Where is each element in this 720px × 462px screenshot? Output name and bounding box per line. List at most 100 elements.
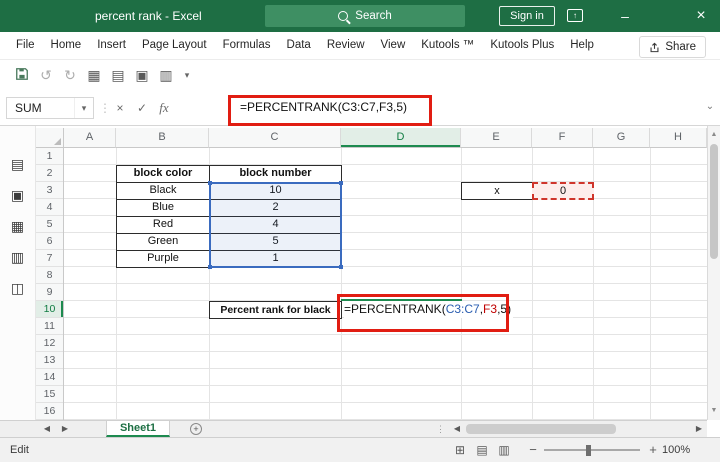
hscroll-left-icon[interactable]: ◀: [450, 421, 464, 437]
page-break-view-icon[interactable]: ▥: [494, 438, 514, 462]
name-box-dropdown-icon[interactable]: ▾: [74, 98, 93, 118]
cell-b3[interactable]: Black: [117, 183, 210, 200]
zoom-in-icon[interactable]: +: [646, 438, 660, 462]
row-header-14[interactable]: 14: [36, 369, 63, 386]
normal-view-icon[interactable]: ⊞: [450, 438, 470, 462]
column-header-h[interactable]: H: [650, 128, 707, 148]
tab-page-layout[interactable]: Page Layout: [134, 32, 215, 59]
qat-grid-button[interactable]: ▦: [82, 67, 106, 84]
name-box-value: SUM: [15, 101, 42, 115]
horizontal-scroll-thumb[interactable]: [466, 424, 616, 434]
row-header-13[interactable]: 13: [36, 352, 63, 369]
cell-c2[interactable]: block number: [210, 166, 342, 183]
share-button[interactable]: Share: [639, 36, 706, 58]
column-header-a[interactable]: A: [64, 128, 116, 148]
cell-c6[interactable]: 5: [210, 234, 342, 251]
zoom-level[interactable]: 100%: [662, 438, 690, 462]
sidebar-worksheet-icon[interactable]: ▣: [11, 187, 24, 204]
cell-b4[interactable]: Blue: [117, 200, 210, 217]
save-icon: [16, 67, 28, 80]
page-layout-view-icon[interactable]: ▤: [472, 438, 492, 462]
tab-data[interactable]: Data: [279, 32, 319, 59]
add-sheet-button[interactable]: +: [190, 423, 202, 435]
column-header-f[interactable]: F: [532, 128, 593, 148]
insert-function-button[interactable]: fx: [154, 97, 174, 119]
search-input[interactable]: Search: [265, 5, 465, 27]
sheet-nav-left-icon[interactable]: ◀: [40, 421, 54, 437]
cell-b2[interactable]: block color: [117, 166, 210, 183]
qat-borders-button[interactable]: ▣: [130, 67, 154, 84]
row-header-7[interactable]: 7: [36, 250, 63, 267]
zoom-slider-track[interactable]: [544, 449, 640, 451]
tab-formulas[interactable]: Formulas: [215, 32, 279, 59]
cell-c7[interactable]: 1: [210, 251, 342, 268]
close-button[interactable]: ×: [684, 0, 718, 32]
column-header-c[interactable]: C: [209, 128, 341, 148]
qat-table-button[interactable]: ▤: [106, 67, 130, 84]
row-header-6[interactable]: 6: [36, 233, 63, 250]
scroll-down-icon[interactable]: ▼: [708, 404, 720, 418]
collapse-formula-bar-icon[interactable]: ⌄: [701, 90, 719, 125]
row-header-5[interactable]: 5: [36, 216, 63, 233]
column-header-e[interactable]: E: [461, 128, 532, 148]
ribbon-display-options-button[interactable]: ↑: [567, 9, 583, 22]
data-table: block color block number Black 10 Blue 2…: [116, 165, 342, 268]
row-header-3[interactable]: 3: [36, 182, 63, 199]
cell-b6[interactable]: Green: [117, 234, 210, 251]
cell-c10[interactable]: Percent rank for black: [209, 301, 342, 319]
cell-b7[interactable]: Purple: [117, 251, 210, 268]
column-header-g[interactable]: G: [593, 128, 650, 148]
column-header-d[interactable]: D: [341, 128, 461, 148]
enter-entry-button[interactable]: ✓: [132, 97, 152, 119]
cell-f3[interactable]: 0: [532, 182, 594, 200]
sidebar-view-icon[interactable]: ◫: [11, 280, 24, 297]
qat-customize-icon[interactable]: ▾: [178, 70, 196, 81]
sign-in-button[interactable]: Sign in: [499, 6, 555, 26]
row-header-2[interactable]: 2: [36, 165, 63, 182]
tab-home[interactable]: Home: [43, 32, 90, 59]
sidebar-column-icon[interactable]: ▥: [11, 249, 24, 266]
row-header-1[interactable]: 1: [36, 148, 63, 165]
row-header-10[interactable]: 10: [36, 301, 63, 318]
name-box[interactable]: SUM ▾: [6, 97, 94, 119]
save-button[interactable]: [10, 67, 34, 84]
cell-c3[interactable]: 10: [210, 183, 342, 200]
cell-c5[interactable]: 4: [210, 217, 342, 234]
minimize-button[interactable]: –: [608, 0, 642, 32]
tab-help[interactable]: Help: [562, 32, 602, 59]
zoom-slider-thumb[interactable]: [586, 445, 591, 456]
cell-b5[interactable]: Red: [117, 217, 210, 234]
tab-kutools[interactable]: Kutools ™: [413, 32, 482, 59]
redo-button[interactable]: ↻: [58, 67, 82, 84]
cancel-entry-button[interactable]: ×: [110, 97, 130, 119]
row-header-11[interactable]: 11: [36, 318, 63, 335]
formula-input[interactable]: =PERCENTRANK(C3:C7,F3,5): [240, 90, 407, 125]
cell-e3[interactable]: x: [461, 182, 533, 200]
vertical-scroll-thumb[interactable]: [710, 144, 718, 259]
tab-review[interactable]: Review: [319, 32, 373, 59]
row-header-8[interactable]: 8: [36, 267, 63, 284]
row-header-12[interactable]: 12: [36, 335, 63, 352]
cell-c4[interactable]: 2: [210, 200, 342, 217]
vertical-scrollbar[interactable]: ▲ ▼: [707, 126, 720, 420]
column-header-b[interactable]: B: [116, 128, 209, 148]
qat-view-button[interactable]: ▥: [154, 67, 178, 84]
sheet-nav-right-icon[interactable]: ▶: [58, 421, 72, 437]
sheet-tab-sheet1[interactable]: Sheet1: [106, 421, 170, 437]
zoom-out-icon[interactable]: −: [526, 438, 540, 462]
row-header-9[interactable]: 9: [36, 284, 63, 301]
row-header-4[interactable]: 4: [36, 199, 63, 216]
tab-insert[interactable]: Insert: [89, 32, 134, 59]
tab-file[interactable]: File: [8, 32, 43, 59]
sidebar-workbook-icon[interactable]: ▤: [11, 156, 24, 173]
row-header-16[interactable]: 16: [36, 403, 63, 420]
sidebar-range-icon[interactable]: ▦: [11, 218, 24, 235]
undo-button[interactable]: ↺: [34, 67, 58, 84]
hscroll-right-icon[interactable]: ▶: [692, 421, 706, 437]
cell-d10-formula[interactable]: =PERCENTRANK(C3:C7,F3,5): [344, 301, 514, 318]
tab-view[interactable]: View: [373, 32, 414, 59]
select-all-button[interactable]: [36, 128, 64, 148]
scroll-up-icon[interactable]: ▲: [708, 128, 720, 142]
tab-kutools-plus[interactable]: Kutools Plus: [482, 32, 562, 59]
row-header-15[interactable]: 15: [36, 386, 63, 403]
